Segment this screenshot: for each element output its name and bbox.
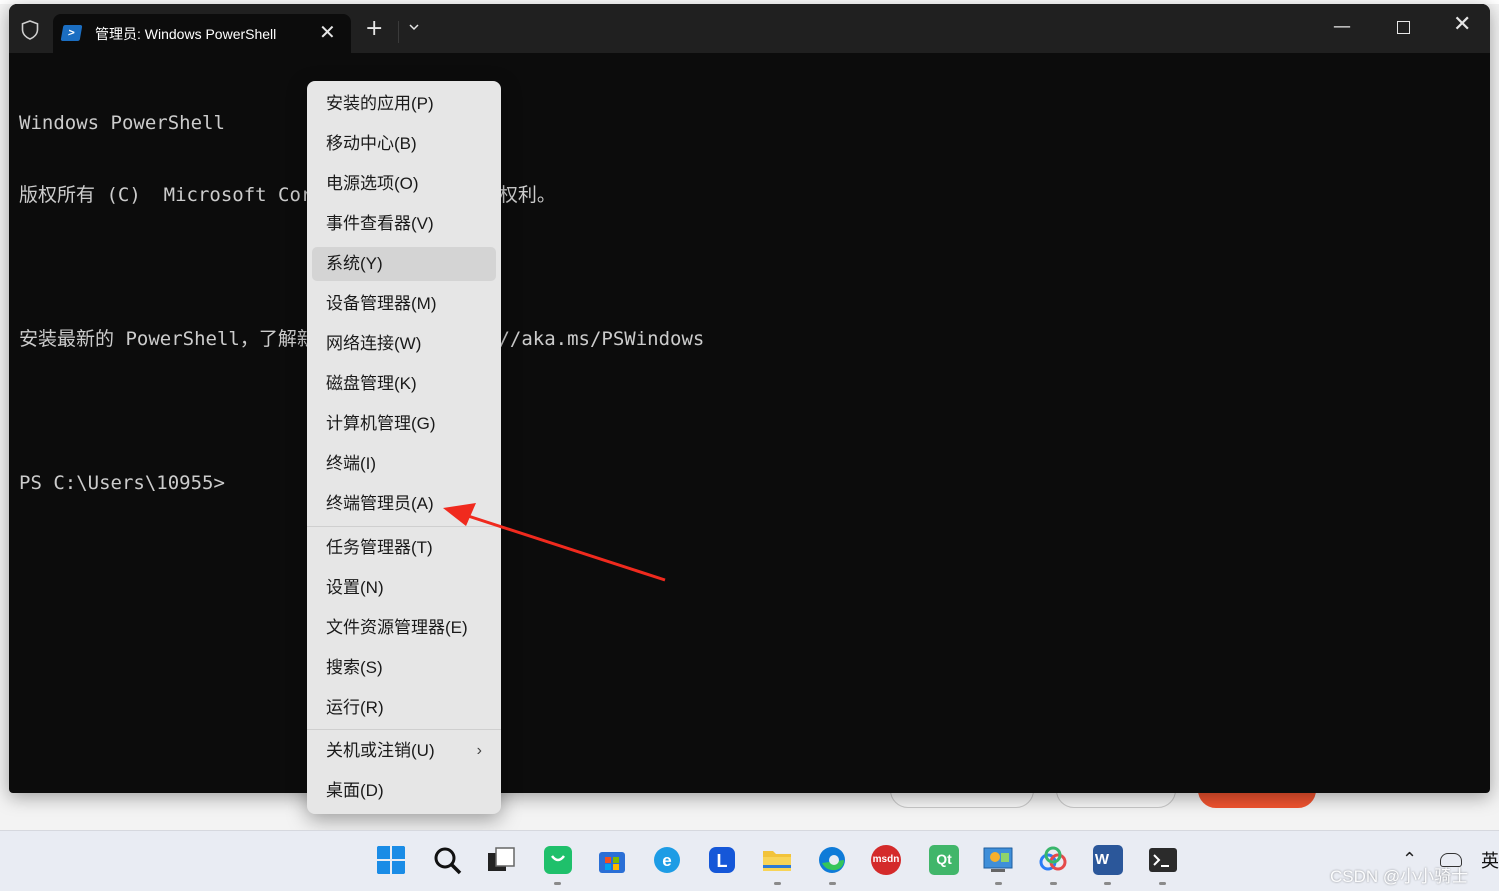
menu-item-system[interactable]: 系统(Y): [312, 247, 496, 281]
menu-separator: [307, 526, 501, 527]
tab-separator: [398, 21, 399, 43]
menu-item-terminal-admin[interactable]: 终端管理员(A): [312, 487, 496, 521]
menu-item-device-manager[interactable]: 设备管理器(M): [312, 287, 496, 321]
menu-item-label: 任务管理器(T): [326, 538, 433, 557]
menu-item-label: 文件资源管理器(E): [326, 618, 468, 637]
ime-indicator[interactable]: 英: [1481, 847, 1499, 873]
menu-item-label: 桌面(D): [326, 781, 384, 800]
new-tab-button[interactable]: +: [365, 18, 383, 40]
powershell-icon: >: [60, 25, 83, 41]
tab-powershell[interactable]: > 管理员: Windows PowerShell ✕: [53, 14, 351, 53]
menu-separator: [307, 729, 501, 730]
search-icon[interactable]: [432, 845, 462, 875]
running-indicator: [1104, 882, 1111, 885]
minimize-button[interactable]: —: [1333, 16, 1351, 37]
menu-item-search[interactable]: 搜索(S): [312, 651, 496, 685]
edge-icon[interactable]: [817, 845, 847, 875]
menu-item-desktop[interactable]: 桌面(D): [312, 774, 496, 808]
msdn-label: msdn: [872, 854, 900, 865]
menu-item-label: 终端管理员(A): [326, 494, 434, 513]
control-panel-icon[interactable]: [983, 845, 1013, 875]
shield-icon: [21, 20, 39, 40]
menu-item-label: 终端(I): [326, 454, 377, 473]
menu-item-disk-management[interactable]: 磁盘管理(K): [312, 367, 496, 401]
word-label: W: [1094, 851, 1110, 868]
chevron-down-icon[interactable]: [407, 20, 421, 34]
menu-item-label: 事件查看器(V): [326, 214, 434, 233]
menu-item-label: 设置(N): [326, 578, 384, 597]
chevron-right-icon: ›: [476, 742, 482, 759]
menu-item-label: 磁盘管理(K): [326, 374, 417, 393]
menu-item-settings[interactable]: 设置(N): [312, 571, 496, 605]
menu-item-label: 网络连接(W): [326, 334, 422, 353]
menu-item-label: 移动中心(B): [326, 134, 417, 153]
ie-icon[interactable]: e: [652, 845, 682, 875]
menu-item-label: 计算机管理(G): [326, 414, 436, 433]
menu-item-task-manager[interactable]: 任务管理器(T): [312, 531, 496, 565]
task-view-icon[interactable]: [486, 845, 516, 875]
menu-item-network-connections[interactable]: 网络连接(W): [312, 327, 496, 361]
baidu-netdisk-icon[interactable]: [1038, 845, 1068, 875]
lenovo-icon[interactable]: L: [707, 845, 737, 875]
menu-item-event-viewer[interactable]: 事件查看器(V): [312, 207, 496, 241]
taskbar: e L msdn Qt W ⌃ 英: [0, 830, 1499, 891]
title-bar: > 管理员: Windows PowerShell ✕ + — ✕: [9, 4, 1490, 53]
close-tab-icon[interactable]: ✕: [319, 20, 336, 44]
terminal-window: > 管理员: Windows PowerShell ✕ + — ✕ Window…: [9, 4, 1490, 793]
qt-icon[interactable]: Qt: [929, 845, 959, 875]
running-indicator: [829, 882, 836, 885]
menu-item-label: 运行(R): [326, 698, 384, 717]
windows-start-icon[interactable]: [376, 845, 406, 875]
running-indicator: [1050, 882, 1057, 885]
menu-item-label: 设备管理器(M): [326, 294, 437, 313]
menu-item-label: 系统(Y): [326, 254, 383, 273]
menu-item-installed-apps[interactable]: 安装的应用(P): [312, 87, 496, 121]
menu-item-terminal[interactable]: 终端(I): [312, 447, 496, 481]
svg-text:L: L: [717, 851, 728, 871]
wechat-icon[interactable]: [543, 845, 573, 875]
msdn-icon[interactable]: msdn: [871, 845, 901, 875]
menu-item-power-options[interactable]: 电源选项(O): [312, 167, 496, 201]
menu-item-shutdown[interactable]: 关机或注销(U) ›: [312, 734, 496, 768]
menu-item-label: 电源选项(O): [326, 174, 419, 193]
running-indicator: [1159, 882, 1166, 885]
microsoft-store-icon[interactable]: [597, 845, 627, 875]
context-menu: 安装的应用(P) 移动中心(B) 电源选项(O) 事件查看器(V) 系统(Y) …: [307, 81, 501, 814]
menu-item-label: 安装的应用(P): [326, 94, 434, 113]
file-explorer-icon[interactable]: [762, 845, 792, 875]
running-indicator: [774, 882, 781, 885]
menu-item-mobility-center[interactable]: 移动中心(B): [312, 127, 496, 161]
word-icon[interactable]: W: [1093, 845, 1123, 875]
svg-text:e: e: [662, 851, 671, 870]
menu-item-label: 关机或注销(U): [326, 741, 435, 760]
tab-title: 管理员: Windows PowerShell: [95, 26, 277, 42]
watermark: CSDN @小小骑士: [1330, 867, 1469, 886]
running-indicator: [995, 882, 1002, 885]
menu-item-computer-management[interactable]: 计算机管理(G): [312, 407, 496, 441]
menu-item-file-explorer[interactable]: 文件资源管理器(E): [312, 611, 496, 645]
maximize-button[interactable]: [1397, 21, 1410, 34]
close-window-button[interactable]: ✕: [1453, 12, 1471, 37]
menu-item-run[interactable]: 运行(R): [312, 691, 496, 725]
terminal-icon[interactable]: [1148, 845, 1178, 875]
menu-item-label: 搜索(S): [326, 658, 383, 677]
running-indicator: [554, 882, 561, 885]
qt-label: Qt: [936, 851, 952, 867]
